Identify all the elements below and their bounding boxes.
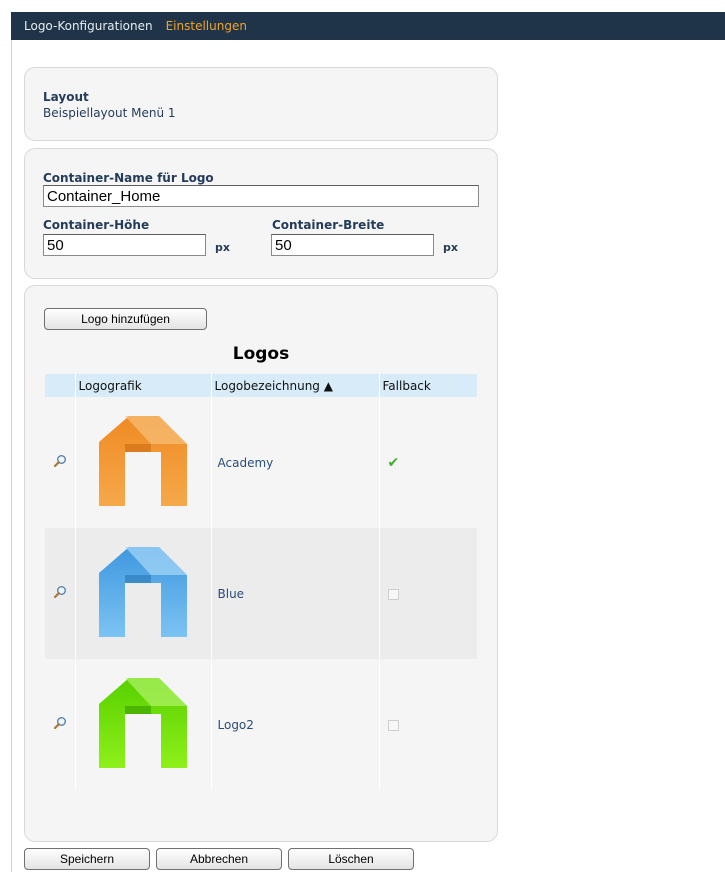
logos-table: Logografik Logobezeichnung ▲ Fallback Ac… [45,374,477,790]
layout-label: Layout [43,90,89,104]
container-panel: Container-Name für Logo Container-Höhe p… [24,148,498,279]
zoom-cell [45,528,75,659]
table-row[interactable]: Logo2 [45,659,477,790]
save-button[interactable]: Speichern [24,848,150,870]
container-name-label: Container-Name für Logo [43,171,214,185]
logo-name: Blue [210,528,379,659]
column-header-logobezeichnung[interactable]: Logobezeichnung ▲ [210,374,379,397]
container-width-label: Container-Breite [272,218,385,232]
container-name-input[interactable] [43,185,479,207]
tab-settings[interactable]: Einstellungen [166,19,247,33]
layout-value: Beispiellayout Menü 1 [43,106,176,120]
logo-graphic-cell [74,397,211,528]
delete-button[interactable]: Löschen [288,848,414,870]
column-header-icon [45,374,75,397]
table-row[interactable]: Academy ✔ [45,397,477,528]
magnifier-icon[interactable] [53,716,67,730]
logo-graphic-cell [74,659,211,790]
logos-title: Logos [232,344,290,364]
logo-logo2-image [99,678,187,768]
layout-panel: Layout Beispiellayout Menü 1 [24,67,498,141]
column-header-logografik[interactable]: Logografik [74,374,211,397]
column-header-fallback[interactable]: Fallback [378,374,477,397]
magnifier-icon[interactable] [53,585,67,599]
tab-logo-configurations[interactable]: Logo-Konfigurationen [24,19,153,33]
container-height-input[interactable] [43,234,206,256]
container-width-input[interactable] [271,234,434,256]
logo-graphic-cell [74,528,211,659]
logo-blue-image [99,547,187,637]
add-logo-button[interactable]: Logo hinzufügen [44,308,207,330]
magnifier-icon[interactable] [53,454,67,468]
table-row[interactable]: Blue [45,528,477,659]
logos-table-header: Logografik Logobezeichnung ▲ Fallback [45,374,477,397]
fallback-cell: ✔ [378,397,477,528]
fallback-checkbox-checked[interactable]: ✔ [388,456,400,470]
logo-name: Logo2 [210,659,379,790]
fallback-checkbox[interactable] [387,588,399,600]
left-divider [11,40,12,872]
height-unit-label: px [215,241,230,254]
fallback-cell [378,659,477,790]
fallback-checkbox[interactable] [387,719,399,731]
fallback-cell [378,528,477,659]
logo-academy-image [99,416,187,506]
top-nav-bar: Logo-Konfigurationen Einstellungen [11,12,725,40]
logo-name: Academy [210,397,379,528]
width-unit-label: px [443,241,458,254]
zoom-cell [45,397,75,528]
container-height-label: Container-Höhe [43,218,150,232]
zoom-cell [45,659,75,790]
logos-panel: Logo hinzufügen Logos Logografik Logobez… [24,285,498,842]
cancel-button[interactable]: Abbrechen [156,848,282,870]
